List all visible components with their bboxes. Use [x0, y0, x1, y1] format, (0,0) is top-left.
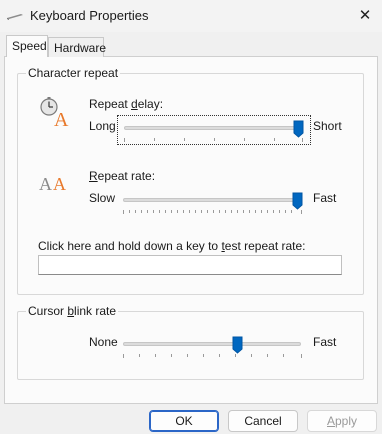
test-repeat-prompt: Click here and hold down a key to test r… — [38, 239, 306, 253]
cursor-blink-max-label: Fast — [313, 335, 337, 349]
apply-button[interactable]: Apply — [307, 410, 377, 432]
test-repeat-input[interactable] — [38, 255, 342, 275]
repeat-delay-thumb[interactable] — [293, 120, 304, 138]
cursor-blink-thumb[interactable] — [232, 336, 243, 354]
tab-hardware[interactable]: Hardware — [48, 37, 107, 57]
svg-text:A: A — [54, 109, 69, 128]
close-icon: ✕ — [358, 7, 372, 24]
repeat-rate-max-label: Fast — [313, 191, 337, 205]
cursor-blink-ticks — [123, 354, 302, 358]
repeat-delay-label: Repeat delay: — [89, 97, 164, 111]
tab-hardware-label: Hardware — [54, 41, 107, 55]
repeat-rate-thumb[interactable] — [292, 192, 303, 210]
repeat-rate-slider[interactable] — [117, 188, 311, 218]
cursor-blink-title: Cursor blink rate — [26, 304, 119, 318]
ok-button[interactable]: OK — [149, 410, 219, 432]
svg-text:A: A — [53, 174, 66, 194]
cursor-blink-slider[interactable] — [117, 332, 311, 362]
stopwatch-letter-a-icon: A — [40, 97, 69, 128]
repeat-delay-ticks — [124, 138, 303, 142]
repeat-delay-slider[interactable] — [117, 115, 311, 145]
character-repeat-title: Character repeat — [26, 66, 121, 80]
repeat-rate-track — [123, 198, 301, 202]
cursor-blink-track — [123, 342, 301, 346]
repeat-rate-label: Repeat rate: — [89, 169, 156, 183]
repeat-delay-track — [124, 126, 302, 130]
repeat-delay-min-label: Long — [89, 119, 116, 133]
svg-text:A: A — [39, 174, 52, 194]
close-button[interactable]: ✕ — [352, 4, 378, 26]
cursor-blink-min-label: None — [89, 335, 118, 349]
tab-speed[interactable]: Speed — [6, 35, 48, 57]
repeat-rate-min-label: Slow — [89, 191, 116, 205]
repeat-rate-ticks — [123, 210, 302, 214]
double-letter-a-icon: A A — [39, 174, 66, 194]
window-title: Keyboard Properties — [30, 8, 149, 23]
repeat-delay-max-label: Short — [313, 119, 342, 133]
keyboard-icon — [7, 14, 23, 20]
tab-speed-label: Speed — [12, 39, 47, 53]
cancel-button[interactable]: Cancel — [228, 410, 298, 432]
